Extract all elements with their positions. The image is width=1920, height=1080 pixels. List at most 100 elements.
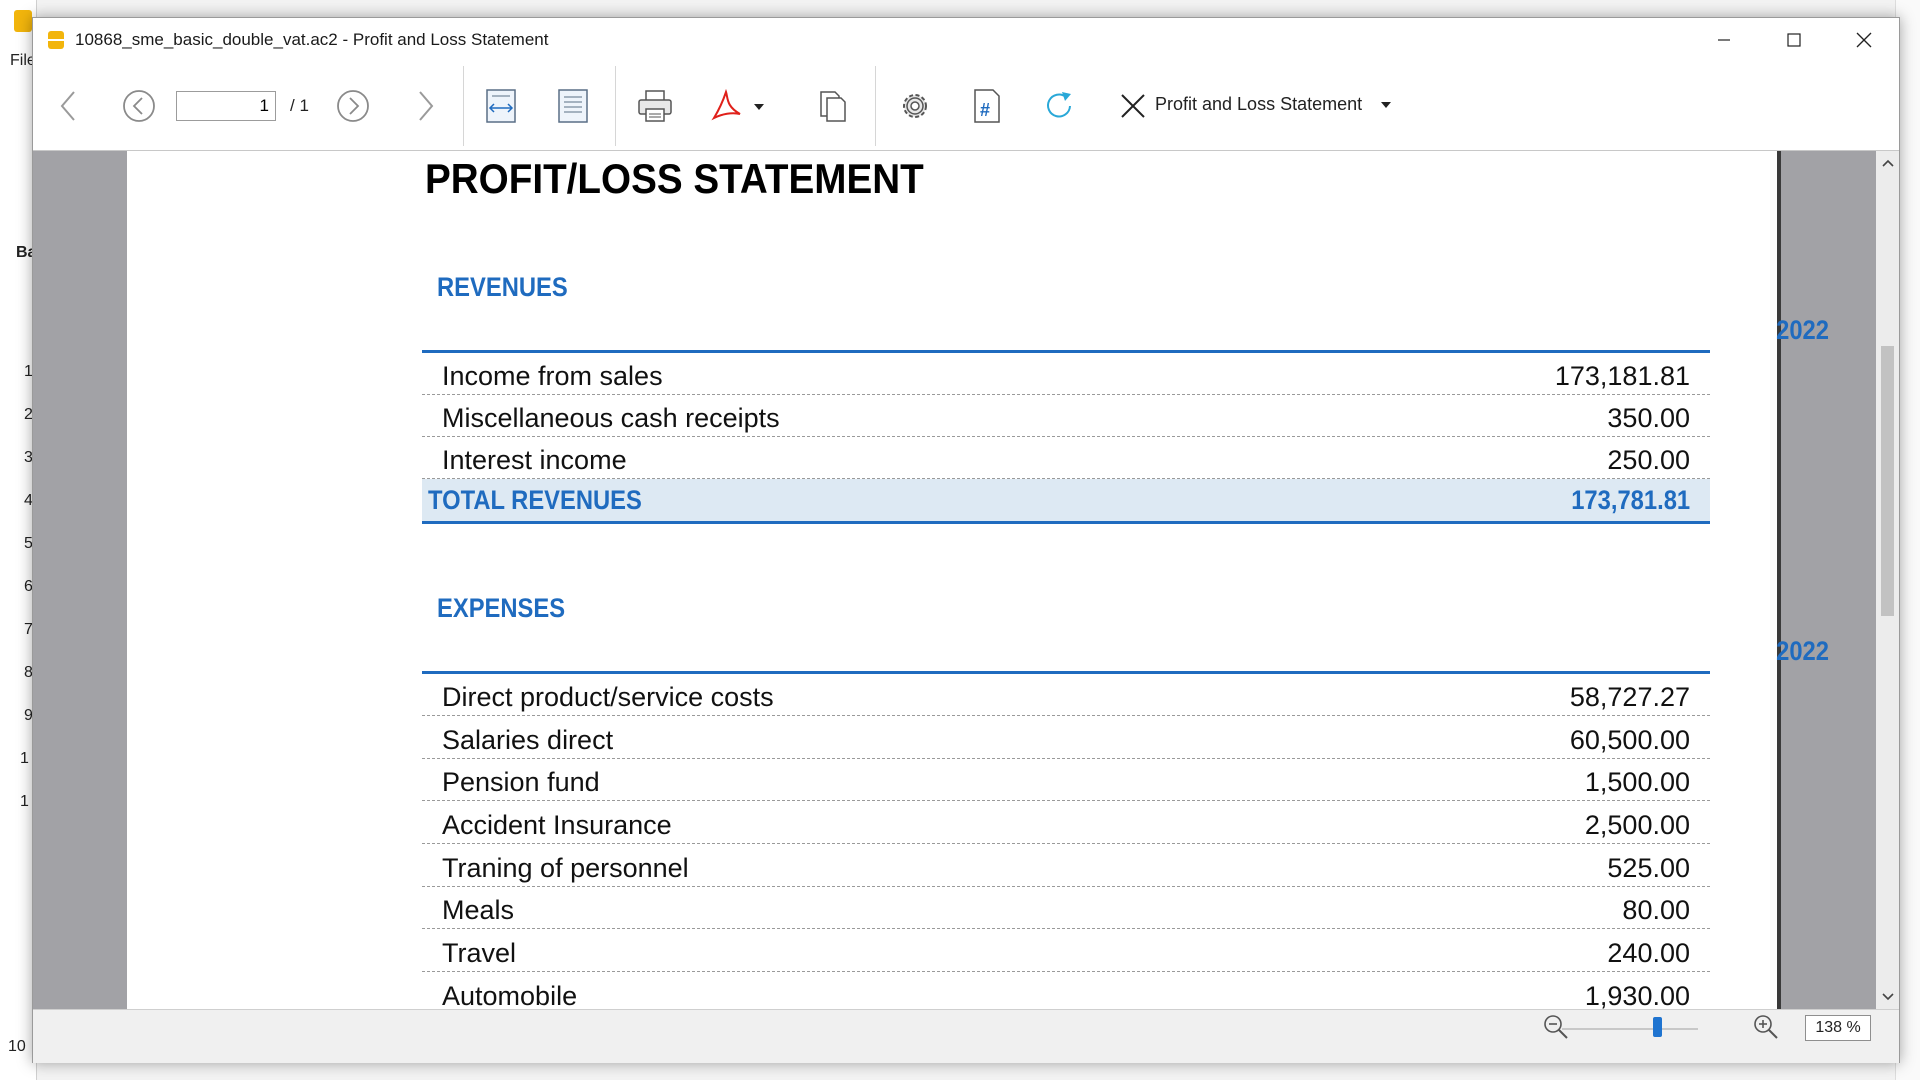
minimize-icon — [1718, 39, 1730, 41]
previous-page-icon — [123, 90, 155, 122]
chevron-down-icon[interactable] — [1381, 102, 1391, 108]
background-row-number: 1 — [20, 750, 29, 767]
chevron-up-icon — [1881, 159, 1894, 167]
toolbar-separator — [615, 66, 616, 146]
next-page-button[interactable] — [329, 82, 377, 130]
row-label: Automobile — [442, 981, 578, 1009]
row-label: Traning of personnel — [442, 853, 689, 883]
vertical-scrollbar[interactable] — [1876, 151, 1899, 1009]
row-label: Miscellaneous cash receipts — [442, 403, 780, 433]
table-row: Salaries direct 60,500.00 — [422, 717, 1710, 759]
copy-icon — [820, 91, 846, 122]
table-row: Interest income 250.00 — [422, 437, 1710, 479]
zoom-out-button[interactable] — [1542, 1013, 1570, 1041]
table-row: Direct product/service costs 58,727.27 — [422, 674, 1710, 716]
table-row: Income from sales 173,181.81 — [422, 353, 1710, 395]
row-amount: 80.00 — [1622, 895, 1690, 925]
scroll-down-button[interactable] — [1876, 987, 1899, 1007]
page-number-button[interactable]: # — [959, 82, 1015, 130]
settings-icon — [903, 94, 927, 118]
zoom-in-button[interactable] — [1752, 1013, 1780, 1041]
toolbar-separator — [875, 66, 876, 146]
row-amount: 350.00 — [1607, 403, 1690, 433]
revenues-heading: REVENUES — [437, 272, 568, 302]
row-label: Accident Insurance — [442, 810, 672, 840]
report-selector-dropdown[interactable]: Profit and Loss Statement — [1155, 94, 1362, 115]
banana-app-icon — [48, 31, 64, 49]
zoom-in-icon — [1754, 1015, 1778, 1039]
row-amount: 525.00 — [1607, 853, 1690, 883]
svg-text:#: # — [980, 100, 990, 120]
table-row: Travel 240.00 — [422, 930, 1710, 972]
toolbar: / 1 # — [33, 62, 1899, 151]
row-amount: 60,500.00 — [1569, 725, 1690, 755]
total-revenues-label: TOTAL REVENUES — [428, 485, 642, 515]
chevron-down-icon — [1881, 993, 1894, 1001]
page-number-input[interactable] — [176, 91, 276, 121]
row-label: Interest income — [442, 445, 627, 475]
window-title: 10868_sme_basic_double_vat.ac2 - Profit … — [75, 30, 549, 49]
close-icon — [1121, 94, 1145, 118]
pdf-icon — [711, 88, 764, 121]
scroll-up-button[interactable] — [1876, 153, 1899, 173]
title-bar: 10868_sme_basic_double_vat.ac2 - Profit … — [33, 18, 1899, 62]
app-logo-icon — [14, 10, 32, 32]
print-icon — [638, 90, 672, 122]
background-bottom-number: 10 — [8, 1038, 26, 1055]
settings-button[interactable] — [887, 82, 943, 130]
table-row: Pension fund 1,500.00 — [422, 759, 1710, 801]
close-window-icon — [1856, 32, 1872, 48]
minimize-button[interactable] — [1689, 18, 1759, 62]
refresh-icon — [1047, 92, 1071, 118]
maximize-icon — [1787, 33, 1801, 47]
table-row: Traning of personnel 525.00 — [422, 845, 1710, 887]
copy-button[interactable] — [805, 82, 861, 130]
row-amount: 250.00 — [1607, 445, 1690, 475]
close-report-button[interactable] — [1105, 82, 1161, 130]
fit-width-button[interactable] — [473, 82, 529, 130]
row-label: Travel — [442, 938, 517, 968]
print-button[interactable] — [627, 82, 683, 130]
refresh-button[interactable] — [1031, 82, 1087, 130]
table-row: Automobile 1,930.00 — [422, 973, 1710, 1009]
scrollbar-thumb[interactable] — [1881, 346, 1894, 616]
page-number-icon: # — [974, 89, 1000, 123]
row-label: Meals — [442, 895, 515, 925]
report-viewer-window: 10868_sme_basic_double_vat.ac2 - Profit … — [32, 17, 1900, 1063]
row-label: Salaries direct — [442, 725, 614, 755]
expenses-year-header: 2022 — [1776, 636, 1829, 666]
fit-page-icon — [558, 89, 588, 123]
row-label: Direct product/service costs — [442, 682, 774, 712]
table-row: Accident Insurance 2,500.00 — [422, 802, 1710, 844]
back-button[interactable] — [45, 82, 93, 130]
zoom-out-icon — [1544, 1015, 1568, 1039]
background-row-number: 1 — [20, 793, 29, 810]
total-revenues-amount: 173,781.81 — [1571, 485, 1690, 515]
table-row: Miscellaneous cash receipts 350.00 — [422, 395, 1710, 437]
zoom-slider-thumb[interactable] — [1652, 1017, 1662, 1037]
export-pdf-button[interactable] — [699, 82, 773, 130]
fit-width-icon — [486, 89, 516, 123]
forward-arrow-icon — [419, 91, 434, 121]
status-bar — [33, 1009, 1899, 1063]
expenses-heading: EXPENSES — [437, 593, 566, 623]
row-amount: 58,727.27 — [1569, 682, 1690, 712]
row-amount: 1,500.00 — [1584, 767, 1690, 797]
close-window-button[interactable] — [1829, 18, 1899, 62]
total-revenues-row: TOTAL REVENUES 173,781.81 — [422, 479, 1710, 524]
maximize-button[interactable] — [1759, 18, 1829, 62]
report-title: PROFIT/LOSS STATEMENT — [425, 155, 924, 202]
page-total-label: / 1 — [290, 96, 309, 115]
forward-button[interactable] — [401, 82, 449, 130]
report-page: PROFIT/LOSS STATEMENT REVENUES 2022 Inco… — [127, 151, 1829, 1009]
row-label: Pension fund — [442, 767, 600, 797]
zoom-level-field[interactable]: 138 % — [1805, 1015, 1871, 1041]
row-amount: 240.00 — [1607, 938, 1690, 968]
zoom-slider-track[interactable] — [1562, 1028, 1698, 1030]
fit-page-button[interactable] — [545, 82, 601, 130]
revenues-year-header: 2022 — [1776, 315, 1829, 345]
document-area[interactable]: PROFIT/LOSS STATEMENT REVENUES 2022 Inco… — [33, 151, 1876, 1009]
table-row: Meals 80.00 — [422, 887, 1710, 929]
previous-page-button[interactable] — [115, 82, 163, 130]
row-amount: 2,500.00 — [1584, 810, 1690, 840]
